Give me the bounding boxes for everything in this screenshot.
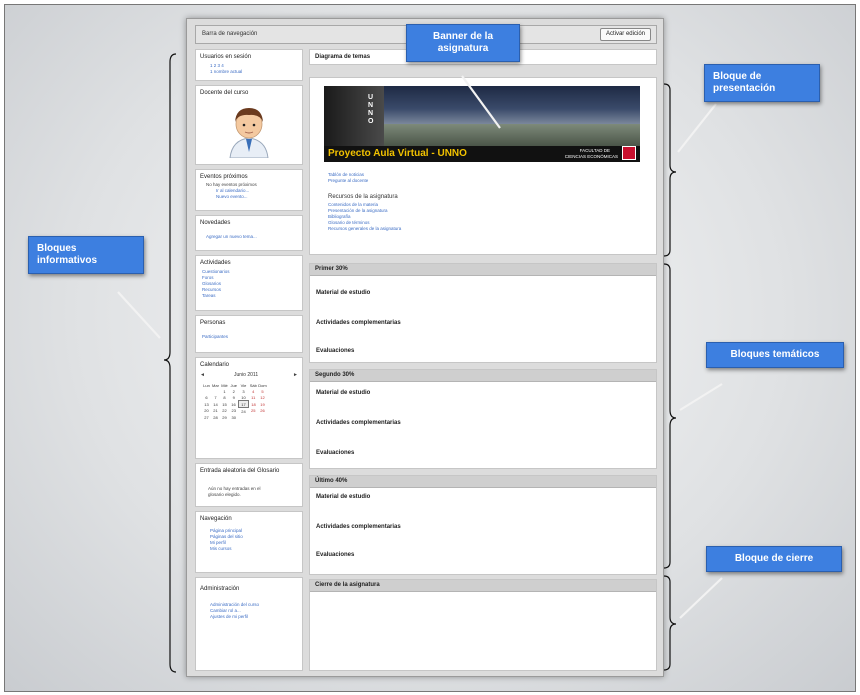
annotation-info: Bloques informativos (28, 236, 144, 274)
closing-bracket (663, 575, 677, 671)
presentation-bracket (663, 83, 677, 257)
banner-connector (461, 75, 501, 129)
closing-connector (679, 577, 723, 619)
annotation-closing: Bloque de cierre (706, 546, 842, 572)
info-connector (117, 291, 161, 339)
thematic-connector (679, 383, 723, 411)
annotation-banner: Banner de la asignatura (406, 24, 520, 62)
presentation-connector (677, 103, 717, 153)
info-bracket (163, 53, 177, 673)
thematic-bracket (663, 263, 677, 569)
annotation-thematic: Bloques temáticos (706, 342, 844, 368)
annotation-presentation: Bloque de presentación (704, 64, 820, 102)
